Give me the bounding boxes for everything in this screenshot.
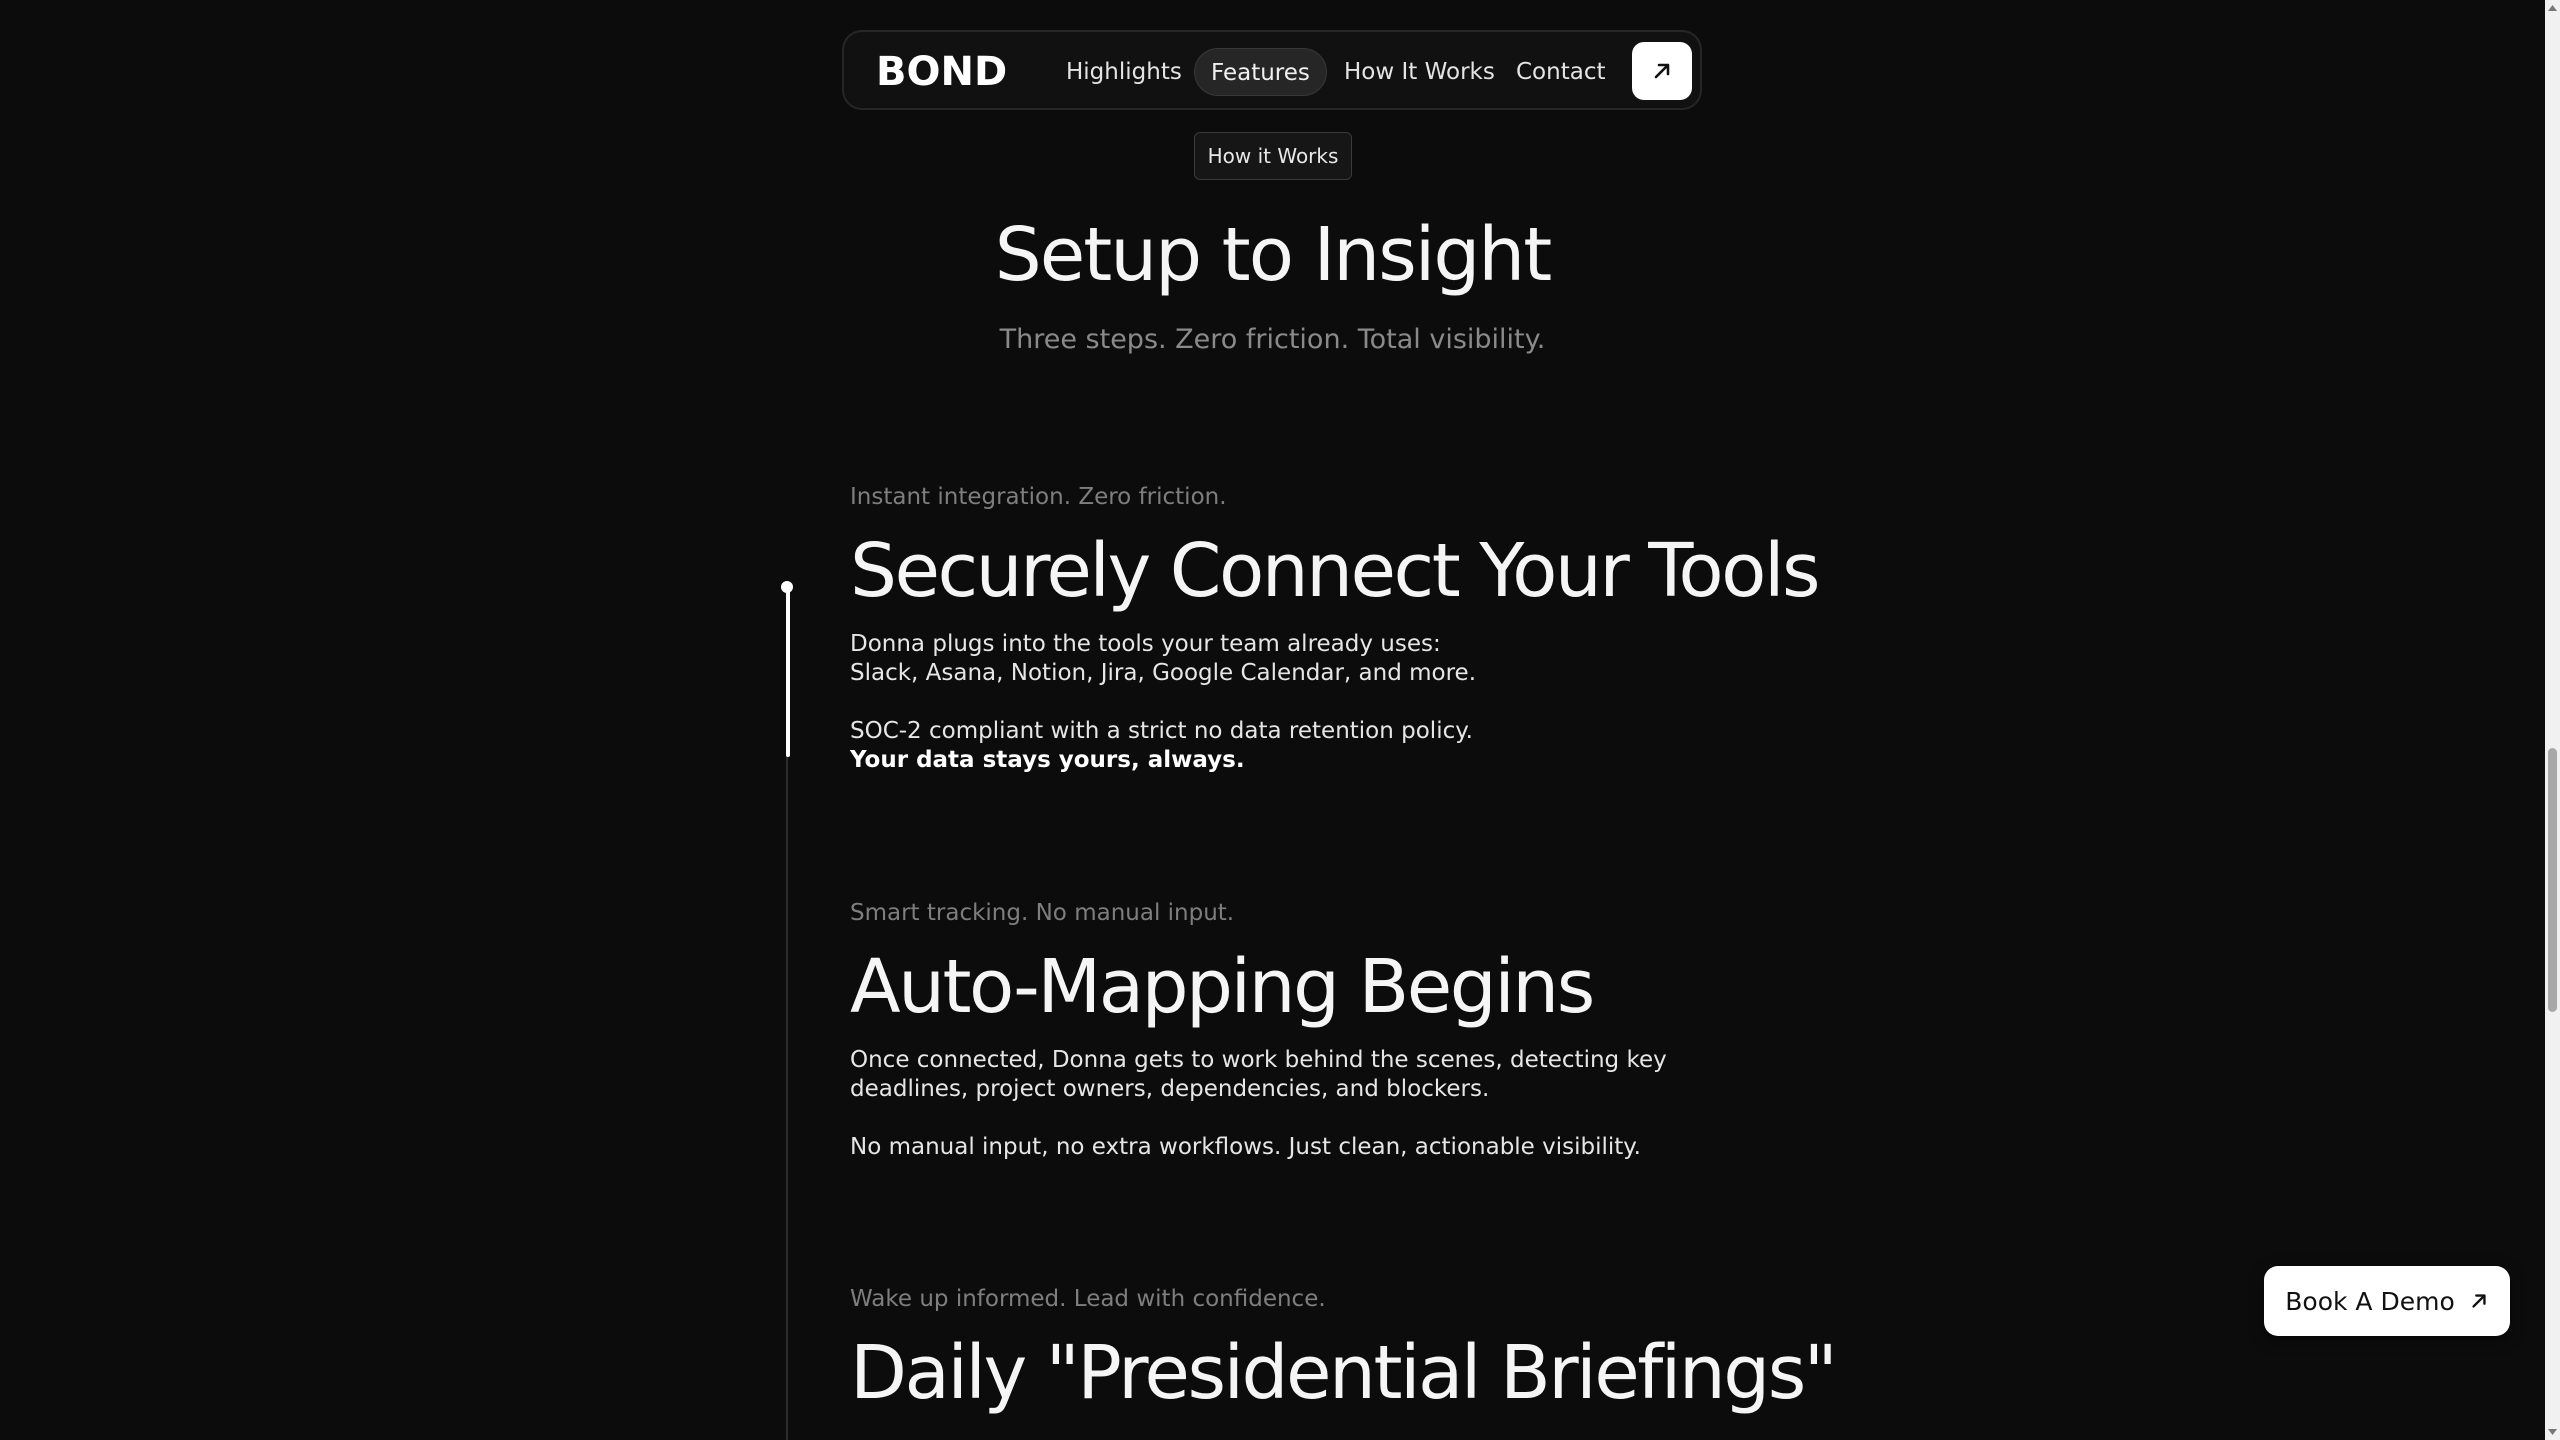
timeline-progress: [786, 586, 790, 757]
nav-cta-button[interactable]: [1632, 42, 1692, 100]
step-title: Daily "Presidential Briefings": [850, 1330, 1838, 1416]
step-body-line: Once connected, Donna gets to work behin…: [850, 1047, 1667, 1073]
page-scrollbar[interactable]: [2545, 0, 2560, 1440]
book-demo-label: Book A Demo: [2285, 1286, 2455, 1316]
step-connect-tools: Instant integration. Zero friction. Secu…: [850, 484, 2050, 775]
scroll-down-icon[interactable]: [2547, 1426, 2558, 1437]
arrow-up-right-icon: [1654, 63, 1670, 79]
arrow-up-right-icon: [2472, 1294, 2486, 1308]
step-auto-mapping: Smart tracking. No manual input. Auto-Ma…: [850, 900, 2050, 1162]
step-body-line: No manual input, no extra workflows. Jus…: [850, 1134, 1641, 1160]
step-body-line: Slack, Asana, Notion, Jira, Google Calen…: [850, 660, 1477, 686]
book-demo-button[interactable]: Book A Demo: [2264, 1266, 2510, 1336]
step-body-line: Your data stays yours, always.: [850, 747, 1245, 773]
nav-item-contact[interactable]: Contact: [1516, 48, 1605, 96]
section-badge: How it Works: [1194, 132, 1352, 180]
top-nav: BOND Highlights Features How It Works Co…: [842, 30, 1702, 110]
scroll-up-icon[interactable]: [2547, 2, 2558, 13]
timeline-dot: [781, 581, 793, 593]
step-body: Once connected, Donna gets to work behin…: [850, 1046, 2050, 1162]
step-body-line: Donna plugs into the tools your team alr…: [850, 631, 1441, 657]
nav-item-how-it-works[interactable]: How It Works: [1344, 48, 1495, 96]
step-daily-briefings: Wake up informed. Lead with confidence. …: [850, 1286, 2050, 1416]
svg-text:BOND: BOND: [876, 50, 1007, 90]
step-kicker: Wake up informed. Lead with confidence.: [850, 1286, 1326, 1312]
step-title: Auto-Mapping Begins: [850, 944, 1595, 1030]
step-kicker: Smart tracking. No manual input.: [850, 900, 1235, 926]
nav-item-features[interactable]: Features: [1194, 48, 1327, 96]
nav-item-highlights[interactable]: Highlights: [1066, 48, 1182, 96]
scroll-thumb[interactable]: [2548, 748, 2557, 1012]
step-body: Donna plugs into the tools your team alr…: [850, 630, 2050, 775]
step-title: Securely Connect Your Tools: [850, 528, 1821, 614]
step-body-line: deadlines, project owners, dependencies,…: [850, 1076, 1490, 1102]
page-subtitle: Three steps. Zero friction. Total visibi…: [999, 324, 1546, 355]
page-title: Setup to Insight: [994, 212, 1552, 298]
step-body-line: SOC-2 compliant with a strict no data re…: [850, 718, 1473, 744]
step-kicker: Instant integration. Zero friction.: [850, 484, 1227, 510]
bond-logo[interactable]: BOND: [876, 50, 1032, 90]
